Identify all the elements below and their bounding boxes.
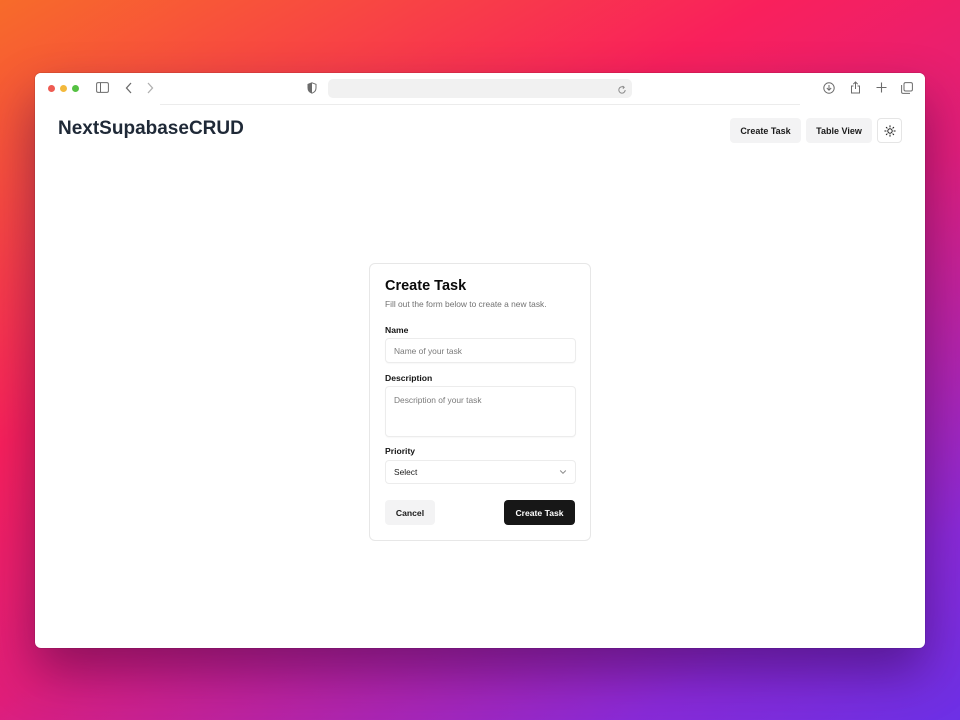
- sidebar-icon[interactable]: [96, 82, 109, 93]
- address-bar[interactable]: [328, 79, 632, 98]
- shield-icon: [307, 82, 317, 94]
- new-tab-icon[interactable]: [876, 82, 887, 93]
- reload-icon[interactable]: [617, 82, 627, 100]
- toolbar-divider: [160, 104, 800, 105]
- close-window-button[interactable]: [48, 85, 55, 92]
- description-field-wrapper: [385, 386, 576, 437]
- priority-label: Priority: [385, 446, 416, 456]
- form-subtitle: Fill out the form below to create a new …: [385, 299, 547, 309]
- sun-icon: [883, 124, 896, 137]
- table-view-nav-button[interactable]: Table View: [806, 118, 872, 143]
- name-input[interactable]: [386, 339, 575, 362]
- minimize-window-button[interactable]: [60, 85, 67, 92]
- name-field-wrapper: [385, 338, 576, 363]
- create-task-card: Create Task Fill out the form below to c…: [369, 263, 591, 541]
- chevron-down-icon: [559, 469, 567, 475]
- cancel-button[interactable]: Cancel: [385, 500, 435, 525]
- priority-select[interactable]: Select: [385, 460, 576, 484]
- form-title: Create Task: [385, 278, 467, 294]
- browser-toolbar: [35, 73, 925, 104]
- share-icon[interactable]: [850, 81, 861, 94]
- create-task-nav-button[interactable]: Create Task: [730, 118, 801, 143]
- tabs-overview-icon[interactable]: [901, 82, 913, 94]
- theme-toggle-button[interactable]: [877, 118, 902, 143]
- download-icon[interactable]: [823, 82, 835, 94]
- brand-title[interactable]: NextSupabaseCRUD: [58, 118, 244, 140]
- zoom-window-button[interactable]: [72, 85, 79, 92]
- forward-icon[interactable]: [146, 82, 154, 94]
- create-task-submit-button[interactable]: Create Task: [504, 500, 575, 525]
- browser-window: NextSupabaseCRUD Create Task Table View …: [35, 73, 925, 648]
- description-textarea[interactable]: [386, 387, 575, 436]
- priority-selected-value: Select: [394, 467, 418, 477]
- description-label: Description: [385, 373, 433, 383]
- back-icon[interactable]: [125, 82, 133, 94]
- name-label: Name: [385, 325, 409, 335]
